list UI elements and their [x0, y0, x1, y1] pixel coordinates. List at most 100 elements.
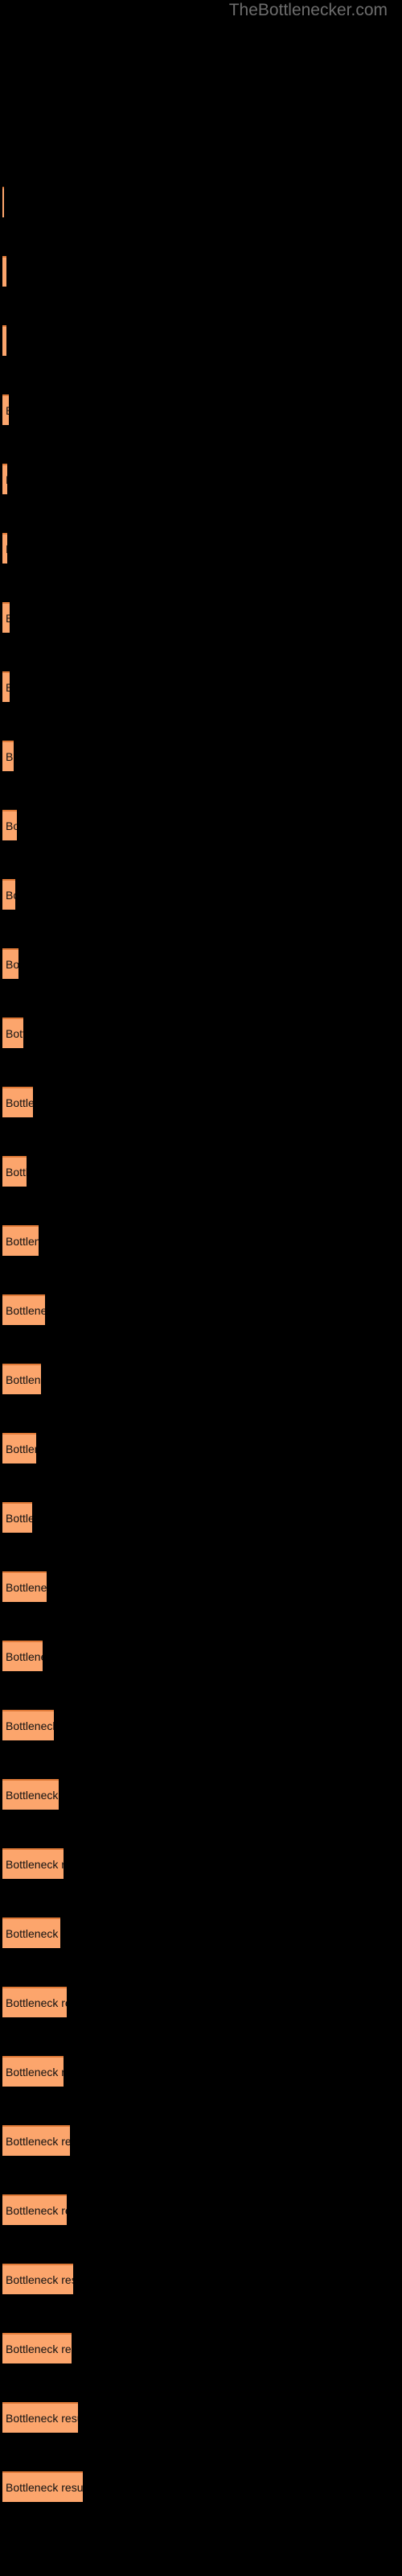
chart-bar[interactable]: Bottleneck result — [2, 2264, 73, 2294]
bar-row: Bottleneck result — [2, 394, 9, 425]
chart-bar[interactable]: Bottleneck result — [2, 1433, 36, 1463]
chart-bar[interactable]: Bottleneck result — [2, 2125, 70, 2156]
bar-label: Bottleneck result — [6, 750, 14, 763]
bar-label: Bottleneck result — [6, 1512, 32, 1525]
bar-label: Bottleneck result — [6, 2343, 72, 2355]
bar-row: Bottleneck result — [2, 1502, 32, 1533]
bar-row: Bottleneck result — [2, 2402, 78, 2433]
bar-label: Bottleneck result — [6, 2481, 83, 2494]
bar-label: Bottleneck result — [6, 2273, 73, 2286]
chart-bar[interactable]: Bottleneck result — [2, 1156, 27, 1187]
bar-label: Bottleneck result — [6, 2066, 64, 2079]
bar-row: Bottleneck result — [2, 2194, 67, 2225]
chart-bar[interactable]: Bottleneck result — [2, 394, 9, 425]
bar-row: Bottleneck result — [2, 879, 15, 910]
bar-row: Bottleneck result — [2, 2264, 73, 2294]
bar-row: Bottleneck result — [2, 1364, 41, 1394]
bar-label: Bottleneck result — [6, 1581, 47, 1594]
bar-label: Bottleneck result — [6, 1650, 43, 1663]
bar-label: Bottleneck result — [6, 1027, 23, 1040]
chart-bar[interactable]: Bottleneck result — [2, 2471, 83, 2502]
chart-bar[interactable]: Bottleneck result — [2, 1779, 59, 1810]
chart-bar[interactable]: Bottleneck result — [2, 1225, 39, 1256]
chart-bar[interactable]: Bottleneck result — [2, 1848, 64, 1879]
chart-bar[interactable]: Bottleneck result — [2, 2333, 72, 2363]
bar-row: Bottleneck result — [2, 1848, 64, 1879]
bar-label: Bottleneck result — [6, 2412, 78, 2425]
bar-label: Bottleneck result — [6, 1443, 36, 1455]
bar-label: Bottleneck result — [6, 1166, 27, 1179]
chart-bar[interactable]: Bottleneck result — [2, 1018, 23, 1048]
bar-label: Bottleneck result — [6, 612, 10, 625]
bar-label: Bottleneck result — [6, 473, 7, 486]
chart-bar[interactable]: Bottleneck result — [2, 948, 18, 979]
chart-bar[interactable]: Bottleneck result — [2, 1987, 67, 2017]
chart-bar[interactable]: Bottleneck result — [2, 602, 10, 633]
bar-label: Bottleneck result — [6, 1096, 33, 1109]
chart-bar[interactable]: Bottleneck result — [2, 1710, 54, 1740]
bar-label: Bottleneck result — [6, 1858, 64, 1871]
chart-bar[interactable]: Bottleneck result — [2, 187, 4, 217]
bar-row: Bottleneck result — [2, 810, 17, 840]
chart-bar[interactable]: Bottleneck result — [2, 2056, 64, 2087]
bar-row: Bottleneck result — [2, 1294, 45, 1325]
bar-row: Bottleneck result — [2, 1018, 23, 1048]
bar-row: Bottleneck result — [2, 1087, 33, 1117]
bar-label: Bottleneck result — [6, 681, 10, 694]
chart-bar[interactable]: Bottleneck result — [2, 1641, 43, 1671]
chart-bar[interactable]: Bottleneck result — [2, 1918, 60, 1948]
bar-row: Bottleneck result — [2, 1571, 47, 1602]
bar-label: Bottleneck result — [6, 1304, 45, 1317]
chart-bar[interactable]: Bottleneck result — [2, 256, 6, 287]
chart-bar[interactable]: Bottleneck result — [2, 879, 15, 910]
bar-label: Bottleneck result — [6, 889, 15, 902]
bar-row: Bottleneck result — [2, 325, 6, 356]
bar-row: Bottleneck result — [2, 1225, 39, 1256]
bar-row: Bottleneck result — [2, 1918, 60, 1948]
bar-row: Bottleneck result — [2, 1710, 54, 1740]
bar-row: Bottleneck result — [2, 741, 14, 771]
chart-bar[interactable]: Bottleneck result — [2, 2194, 67, 2225]
chart-bar[interactable]: Bottleneck result — [2, 1087, 33, 1117]
bar-row: Bottleneck result — [2, 2125, 70, 2156]
bottleneck-bar-chart: Bottleneck result Bottleneck result Bottle… — [0, 0, 402, 2576]
bar-label: Bottleneck result — [6, 2135, 70, 2148]
chart-bar[interactable]: Bottleneck result — [2, 1294, 45, 1325]
bar-label: Bottleneck result — [6, 1235, 39, 1248]
bar-row: Bottleneck result — [2, 1641, 43, 1671]
bar-row: Bottleneck result — [2, 464, 7, 494]
bar-label: Bottleneck result — [6, 1789, 59, 1802]
bar-label: Bottleneck result — [6, 2204, 67, 2217]
bar-label: Bottleneck result — [6, 1719, 54, 1732]
bar-label: Bottleneck result — [6, 1996, 67, 2009]
bar-label: Bottleneck result — [6, 1927, 60, 1940]
chart-bar[interactable]: Bottleneck result — [2, 325, 6, 356]
bar-label: Bottleneck result — [6, 543, 7, 555]
chart-bar[interactable]: Bottleneck result — [2, 671, 10, 702]
bar-row: Bottleneck result — [2, 187, 4, 217]
chart-bar[interactable]: Bottleneck result — [2, 1364, 41, 1394]
chart-bar[interactable]: Bottleneck result — [2, 464, 7, 494]
bar-row: Bottleneck result — [2, 2056, 64, 2087]
bar-row: Bottleneck result — [2, 1156, 27, 1187]
bar-row: Bottleneck result — [2, 533, 7, 564]
bar-row: Bottleneck result — [2, 602, 10, 633]
bar-row: Bottleneck result — [2, 671, 10, 702]
chart-bar[interactable]: Bottleneck result — [2, 810, 17, 840]
bar-row: Bottleneck result — [2, 2333, 72, 2363]
bar-row: Bottleneck result — [2, 1433, 36, 1463]
bar-row: Bottleneck result — [2, 2471, 83, 2502]
bar-row: Bottleneck result — [2, 948, 18, 979]
chart-bar[interactable]: Bottleneck result — [2, 533, 7, 564]
bar-label: Bottleneck result — [6, 819, 17, 832]
bar-label: Bottleneck result — [6, 404, 9, 417]
bar-label: Bottleneck result — [6, 1373, 41, 1386]
bar-row: Bottleneck result — [2, 1779, 59, 1810]
chart-bar[interactable]: Bottleneck result — [2, 1502, 32, 1533]
bar-label: Bottleneck result — [6, 958, 18, 971]
chart-bar[interactable]: Bottleneck result — [2, 1571, 47, 1602]
chart-bar[interactable]: Bottleneck result — [2, 2402, 78, 2433]
bar-row: Bottleneck result — [2, 1987, 67, 2017]
chart-bar[interactable]: Bottleneck result — [2, 741, 14, 771]
bar-row: Bottleneck result — [2, 256, 6, 287]
